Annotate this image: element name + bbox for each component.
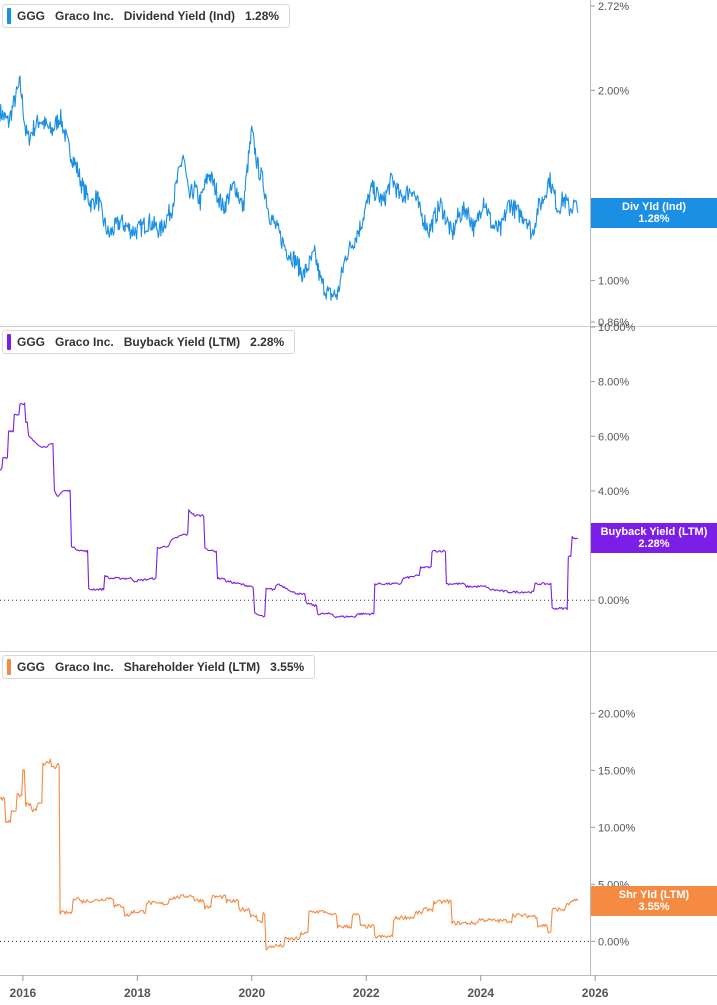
- y-tick-label: 2.00%: [598, 85, 629, 97]
- legend-swatch: [7, 334, 11, 350]
- last-value-tag: Buyback Yield (LTM) 2.28%: [591, 522, 717, 553]
- tag-value: 1.28%: [638, 212, 670, 225]
- x-tick-label: 2016: [10, 986, 37, 1000]
- legend-company: Graco Inc.: [55, 9, 114, 23]
- legend-metric: Dividend Yield (Ind): [123, 9, 236, 23]
- legend-ticker: GGG: [17, 335, 46, 349]
- legend-swatch: [7, 8, 11, 24]
- legend-swatch: [7, 659, 11, 675]
- x-tick-label: 2018: [124, 986, 151, 1000]
- legend-box: GGG Graco Inc. Buyback Yield (LTM) 2.28%: [2, 330, 296, 354]
- legend-company: Graco Inc.: [55, 660, 114, 674]
- series-line: [0, 758, 579, 951]
- y-tick-label: 2.72%: [598, 1, 629, 13]
- y-tick-label: 4.00%: [598, 486, 629, 498]
- x-tick-label: 2024: [467, 986, 494, 1000]
- legend-ticker: GGG: [17, 9, 46, 23]
- legend-ticker: GGG: [17, 660, 46, 674]
- tag-value: 3.55%: [638, 900, 670, 913]
- legend-metric: Buyback Yield (LTM): [123, 335, 241, 349]
- y-tick-label: 10.00%: [598, 322, 636, 334]
- y-tick-label: 20.00%: [598, 708, 636, 720]
- y-tick-label: 10.00%: [598, 822, 636, 834]
- y-tick-label: 6.00%: [598, 431, 629, 443]
- series-line: [0, 402, 579, 619]
- tag-label: Buyback Yield (LTM): [600, 525, 708, 538]
- y-tick-label: 0.00%: [598, 936, 629, 948]
- legend-last-value: 1.28%: [245, 9, 280, 23]
- tag-label: Div Yld (Ind): [622, 200, 686, 213]
- y-tick-label: 1.00%: [598, 276, 629, 288]
- y-tick-label: 8.00%: [598, 377, 629, 389]
- last-value-tag: Div Yld (Ind) 1.28%: [591, 197, 717, 228]
- legend-box: GGG Graco Inc. Shareholder Yield (LTM) 3.55…: [2, 655, 316, 679]
- legend-last-value: 3.55%: [270, 660, 305, 674]
- y-tick-label: 0.00%: [598, 595, 629, 607]
- x-tick-label: 2020: [238, 986, 265, 1000]
- x-tick-label: 2026: [582, 986, 609, 1000]
- legend-company: Graco Inc.: [55, 335, 114, 349]
- y-tick-label: 15.00%: [598, 765, 636, 777]
- tag-label: Shr Yld (LTM): [618, 888, 690, 901]
- chart-canvas: 2.72%2.00%1.00%0.86%10.00%8.00%6.00%4.00…: [0, 0, 717, 1000]
- legend-metric: Shareholder Yield (LTM): [123, 660, 261, 674]
- x-tick-label: 2022: [353, 986, 380, 1000]
- series-line: [0, 75, 579, 301]
- legend-box: GGG Graco Inc. Dividend Yield (Ind) 1.28%: [2, 4, 291, 28]
- tag-value: 2.28%: [638, 537, 670, 550]
- legend-last-value: 2.28%: [250, 335, 285, 349]
- last-value-tag: Shr Yld (LTM) 3.55%: [591, 885, 717, 916]
